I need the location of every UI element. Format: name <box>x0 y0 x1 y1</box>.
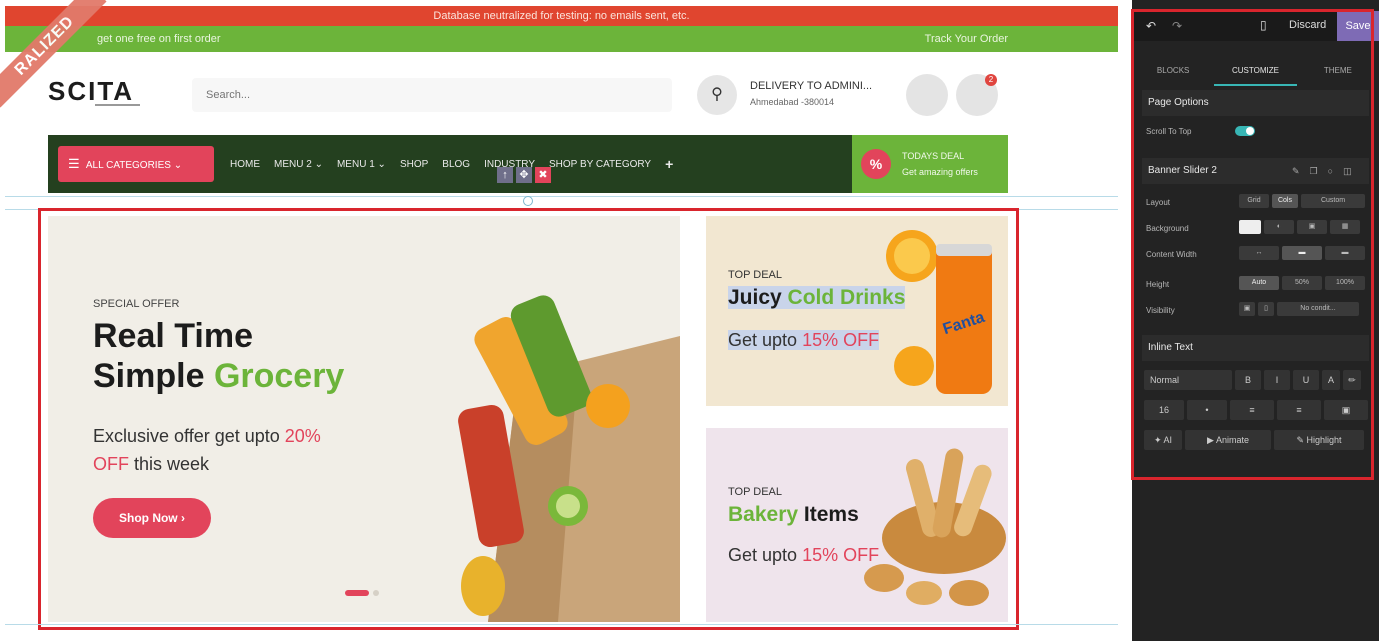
search-input[interactable] <box>192 78 672 112</box>
panel-selection-outline <box>1131 9 1374 480</box>
delivery-info[interactable]: DELIVERY TO ADMINI... Ahmedabad -380014 <box>750 80 872 107</box>
todays-deal[interactable]: % TODAYS DEAL Get amazing offers <box>852 135 1008 193</box>
site-logo[interactable]: SCITA <box>48 76 134 107</box>
menu-item-home[interactable]: HOME <box>230 159 260 170</box>
menu-item-menu1[interactable]: MENU 1 ⌄ <box>337 159 386 170</box>
track-order-link[interactable]: Track Your Order <box>925 26 1008 52</box>
menu-items: HOME MENU 2 ⌄ MENU 1 ⌄ SHOP BLOG INDUSTR… <box>230 135 673 193</box>
neutralized-banner: Database neutralized for testing: no ema… <box>5 6 1118 26</box>
menu-item-blog[interactable]: BLOG <box>442 159 470 170</box>
deal-title: TODAYS DEAL <box>902 151 965 161</box>
percent-icon: % <box>861 149 891 179</box>
move-up-icon[interactable]: ↑ <box>497 167 513 183</box>
menu-item-menu2[interactable]: MENU 2 ⌄ <box>274 159 323 170</box>
all-categories-button[interactable]: ☰ ALL CATEGORIES ⌄ <box>58 146 214 182</box>
search-icon[interactable]: ⚲ <box>697 75 737 115</box>
resize-handle[interactable] <box>523 196 533 206</box>
account-icon[interactable] <box>906 74 948 116</box>
website-preview: Database neutralized for testing: no ema… <box>0 0 1130 641</box>
main-navigation: ☰ ALL CATEGORIES ⌄ HOME MENU 2 ⌄ MENU 1 … <box>48 135 1008 193</box>
cart-count-badge: 2 <box>985 74 997 86</box>
deal-subtitle: Get amazing offers <box>902 167 978 177</box>
chevron-down-icon: ⌄ <box>173 160 183 171</box>
search-bar <box>192 78 672 112</box>
delete-icon[interactable]: ✖ <box>535 167 551 183</box>
delivery-address: Ahmedabad -380014 <box>750 97 835 107</box>
menu-item-shop[interactable]: SHOP <box>400 159 428 170</box>
promo-text: get one free on first order <box>97 33 221 45</box>
all-categories-label: ALL CATEGORIES <box>85 160 171 171</box>
add-menu-item-icon[interactable]: + <box>665 156 673 172</box>
block-toolbar: ↑ ✥ ✖ <box>497 167 551 183</box>
promo-bar: get one free on first order Track Your O… <box>5 26 1118 52</box>
menu-item-shop-by-category[interactable]: SHOP BY CATEGORY <box>549 159 651 170</box>
snippet-guide-bottom <box>5 624 1118 625</box>
selected-block-outline <box>38 208 1019 630</box>
drag-handle-icon[interactable]: ✥ <box>516 167 532 183</box>
menu-lines-icon: ☰ <box>68 156 80 171</box>
delivery-title: DELIVERY TO ADMINI... <box>750 80 873 92</box>
logo-underline <box>95 104 140 106</box>
